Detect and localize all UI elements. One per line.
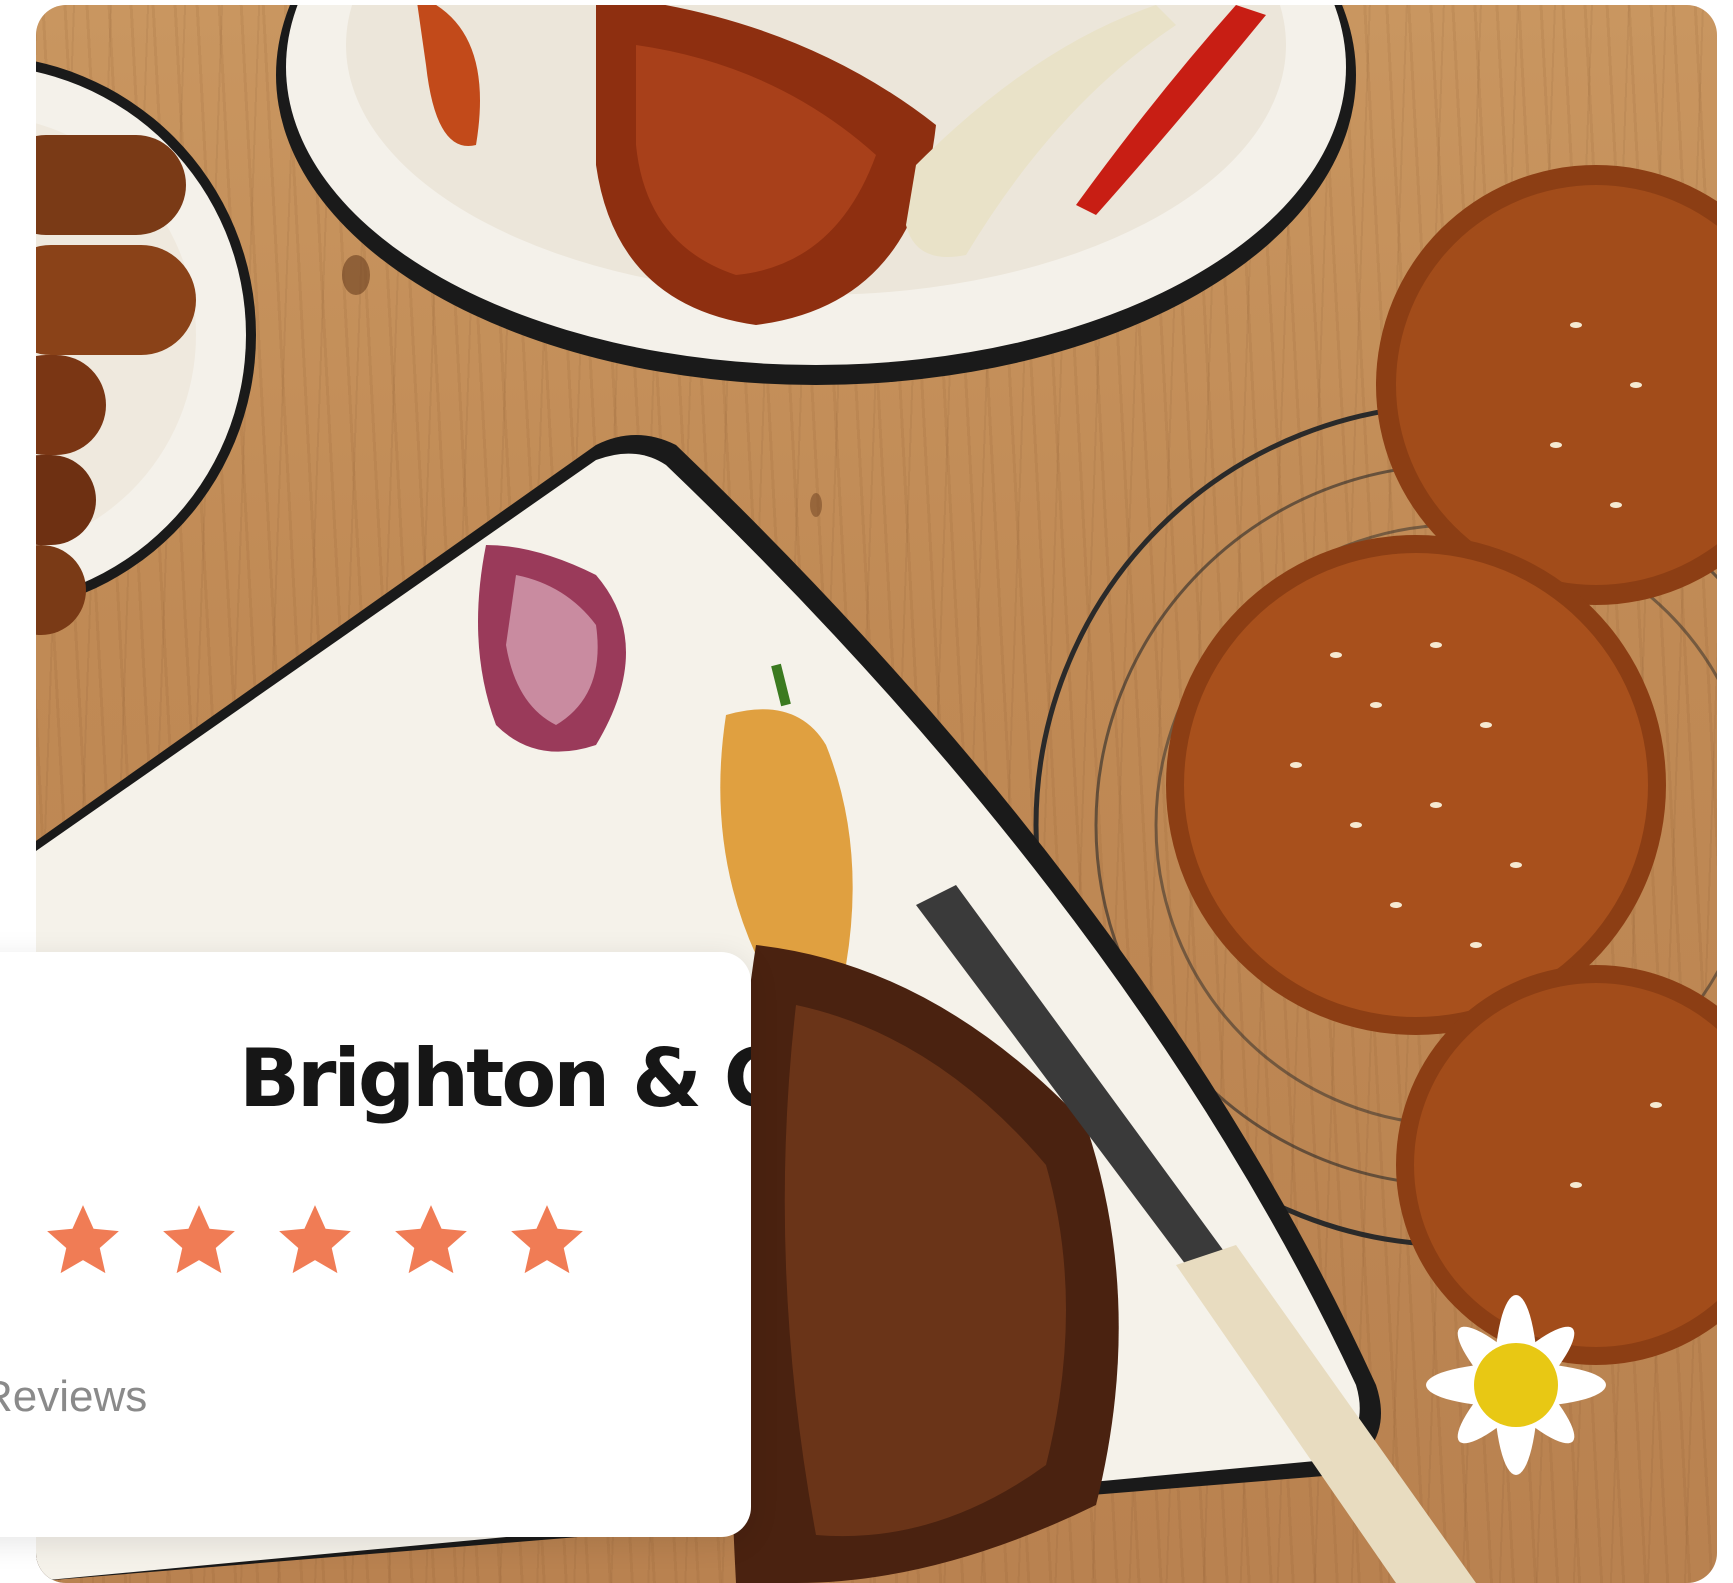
star-icon xyxy=(279,1205,351,1274)
restaurant-name: Brighton & Co. xyxy=(239,1032,751,1125)
chicken-bowl xyxy=(276,5,1356,385)
star-icon xyxy=(47,1205,119,1274)
star-icon xyxy=(395,1205,467,1274)
restaurant-card-screen: Brighton & Co. Reviews xyxy=(0,0,1733,1583)
restaurant-info-card[interactable]: Brighton & Co. Reviews xyxy=(0,952,751,1537)
reviews-count: Reviews xyxy=(0,1372,148,1421)
star-icon xyxy=(163,1205,235,1274)
star-icon xyxy=(511,1205,583,1274)
sausage-plate xyxy=(36,61,256,635)
star-rating xyxy=(40,1200,590,1282)
